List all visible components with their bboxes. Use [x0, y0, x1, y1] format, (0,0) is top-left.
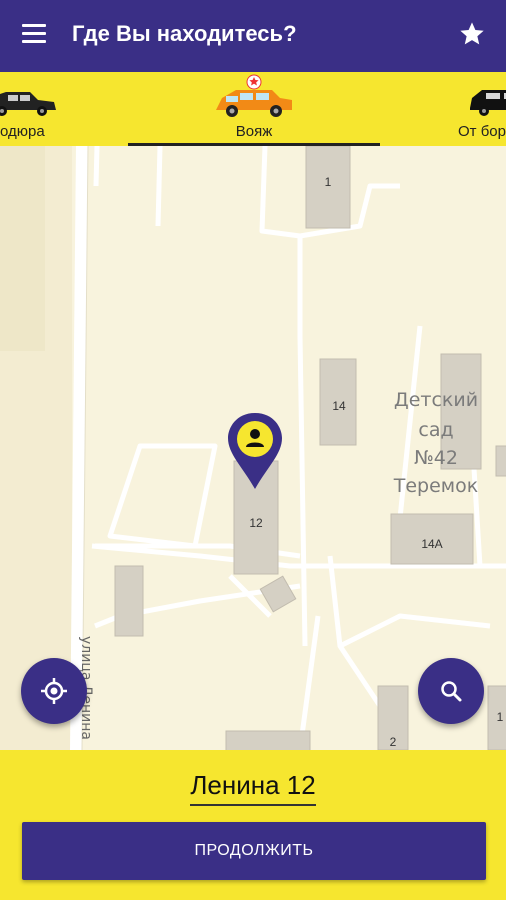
taxi-car-icon: [216, 74, 292, 117]
building-label: 14А: [421, 537, 442, 551]
star-icon[interactable]: [458, 20, 486, 48]
tab-right-tariff[interactable]: От бор: [440, 72, 506, 146]
building-label: 1: [325, 175, 332, 189]
bottom-panel: Ленина 12 ПРОДОЛЖИТЬ: [0, 750, 506, 900]
address-field[interactable]: Ленина 12: [190, 770, 316, 806]
poi-label: №42: [414, 447, 458, 469]
search-button[interactable]: [418, 658, 484, 724]
suv-icon: [470, 90, 506, 116]
my-location-button[interactable]: [21, 658, 87, 724]
hamburger-icon[interactable]: [22, 24, 48, 44]
poi-label: сад: [418, 419, 453, 441]
tab-voyage[interactable]: Вояж: [128, 72, 380, 146]
search-icon: [441, 681, 462, 702]
building-label: 1: [497, 710, 504, 724]
car-icon: [0, 92, 56, 116]
tab-left-label: одюра: [0, 123, 45, 140]
tab-voyage-label: Вояж: [235, 123, 273, 140]
tariff-tabs: одюра Вояж От бор: [0, 72, 506, 146]
building-label: 2: [390, 735, 397, 749]
poi-label: Детский: [394, 389, 478, 411]
page-title: Где Вы находитесь?: [72, 21, 297, 46]
map-canvas: 1 14 12 14А 2 1 Детский сад №42 Теремок …: [0, 146, 506, 750]
address-container: Ленина 12: [0, 770, 506, 806]
tab-left-tariff[interactable]: одюра: [0, 72, 80, 146]
map-view[interactable]: 1 14 12 14А 2 1 Детский сад №42 Теремок …: [0, 146, 506, 750]
building-label: 12: [249, 516, 263, 530]
tab-right-label: От бор: [458, 123, 506, 140]
app-bar: Где Вы находитесь?: [0, 0, 506, 72]
crosshair-icon: [41, 678, 67, 704]
building-label: 14: [332, 399, 346, 413]
poi-label: Теремок: [393, 475, 478, 497]
continue-button[interactable]: ПРОДОЛЖИТЬ: [22, 822, 486, 880]
